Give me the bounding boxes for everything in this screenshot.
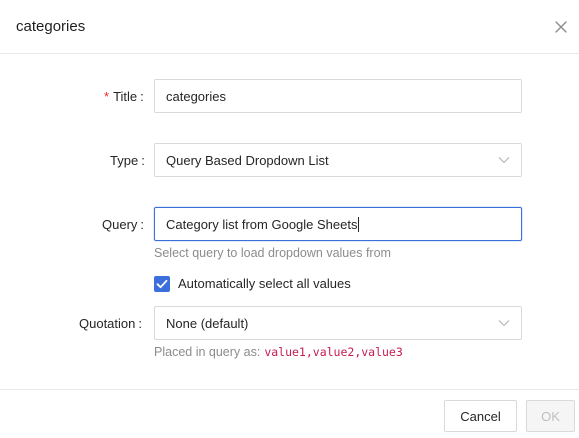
quotation-label-colon: : <box>138 316 142 331</box>
type-field-label: Type: <box>110 153 145 168</box>
quotation-field-label: Quotation: <box>79 316 142 331</box>
quotation-label-text: Quotation <box>79 316 136 331</box>
quotation-hint-prefix: Placed in query as: <box>154 345 261 359</box>
title-input-value: categories <box>166 89 226 104</box>
text-cursor <box>358 217 360 232</box>
type-select-value: Query Based Dropdown List <box>166 153 329 168</box>
edit-parameter-dialog: categories * Title: categories Type: Quer… <box>0 0 579 438</box>
query-field-label: Query: <box>102 217 144 232</box>
type-label-text: Type <box>110 153 139 168</box>
quotation-hint: Placed in query as: value1,value2,value3 <box>154 345 403 359</box>
required-mark: * <box>104 89 110 104</box>
query-label-text: Query <box>102 217 138 232</box>
type-select[interactable]: Query Based Dropdown List <box>154 143 522 177</box>
checkmark-icon <box>156 279 168 289</box>
cancel-button[interactable]: Cancel <box>444 400 517 432</box>
query-input-value: Category list from Google Sheets <box>166 217 360 232</box>
query-hint: Select query to load dropdown values fro… <box>154 246 391 260</box>
quotation-select-value: None (default) <box>166 316 249 331</box>
auto-select-checkbox[interactable] <box>154 276 170 292</box>
dialog-header: categories <box>0 0 579 54</box>
title-label-colon: : <box>140 89 144 104</box>
ok-button[interactable]: OK <box>526 400 575 432</box>
quotation-hint-code: value1,value2,value3 <box>264 345 403 359</box>
quotation-select[interactable]: None (default) <box>154 306 522 340</box>
close-button[interactable] <box>551 17 571 37</box>
type-label-colon: : <box>141 153 145 168</box>
query-label-colon: : <box>140 217 145 232</box>
chevron-down-icon <box>498 157 510 164</box>
title-field-label: * Title: <box>104 89 144 104</box>
title-input[interactable]: categories <box>154 79 522 113</box>
query-select[interactable]: Category list from Google Sheets <box>154 207 522 241</box>
dialog-title: categories <box>16 18 86 35</box>
auto-select-label[interactable]: Automatically select all values <box>178 276 351 291</box>
chevron-down-icon <box>498 320 510 327</box>
title-label-text: Title <box>113 89 138 104</box>
close-icon <box>555 21 567 33</box>
